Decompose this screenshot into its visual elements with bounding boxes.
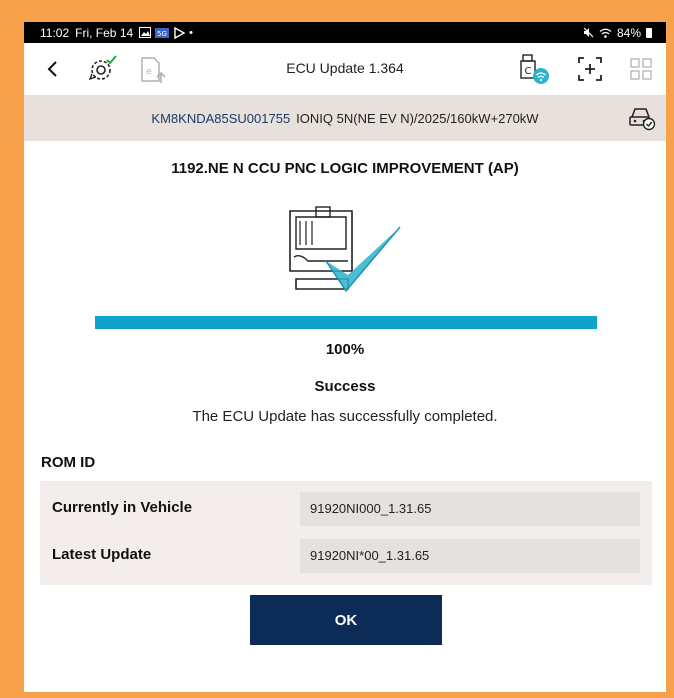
progress-fill — [95, 316, 597, 329]
rom-row-latest: Latest Update 91920NI*00_1.31.65 — [40, 534, 652, 574]
vehicle-info-bar: KM8KNDA85SU001755 IONIQ 5N(NE EV N)/2025… — [24, 95, 666, 141]
notification-icons: 5G • — [139, 26, 194, 39]
rom-row-label: Currently in Vehicle — [52, 499, 193, 516]
vehicle-model: IONIQ 5N(NE EV N)/2025/160kW+270kW — [296, 110, 539, 126]
battery-icon — [646, 27, 652, 38]
app-frame: 11:02 Fri, Feb 14 5G • 84% e ECU Update … — [24, 22, 666, 692]
ecu-check-icon — [289, 206, 401, 293]
car-check-icon — [629, 108, 656, 131]
page-title: ECU Update 1.364 — [286, 60, 404, 76]
ecu-success-illustration — [286, 205, 404, 295]
carrier-icon: 5G — [155, 27, 170, 38]
ok-button[interactable]: OK — [250, 595, 442, 645]
svg-text:C: C — [525, 66, 532, 77]
vehicle-vin: KM8KNDA85SU001755 — [151, 110, 291, 126]
progress-bar — [95, 316, 597, 329]
menu-grid-button[interactable] — [628, 56, 654, 82]
gallery-icon — [139, 27, 152, 38]
grid-icon — [630, 58, 652, 80]
rom-row-label: Latest Update — [52, 546, 152, 563]
capture-button[interactable] — [576, 55, 604, 83]
vehicle-check-button[interactable] — [628, 105, 656, 131]
status-bar: 11:02 Fri, Feb 14 5G • 84% — [24, 22, 666, 43]
progress-percent: 100% — [325, 341, 365, 358]
battery-level: 84% — [616, 25, 641, 40]
status-date: Fri, Feb 14 — [75, 25, 134, 40]
app-bar: e ECU Update 1.364 C — [24, 43, 666, 95]
wifi-icon — [599, 28, 612, 38]
rom-row-value: 91920NI*00_1.31.65 — [300, 539, 640, 573]
mute-icon — [583, 27, 594, 38]
rom-id-label: ROM ID — [41, 454, 96, 471]
rom-row-value: 91920NI000_1.31.65 — [300, 492, 640, 526]
rom-row-current: Currently in Vehicle 91920NI000_1.31.65 — [40, 487, 652, 527]
svg-text:5G: 5G — [157, 30, 167, 38]
play-icon — [174, 26, 186, 39]
result-title: Success — [314, 378, 376, 395]
add-bracket-icon — [578, 57, 602, 81]
status-time: 11:02 — [40, 25, 70, 40]
ecu-wifi-icon: C — [520, 54, 549, 84]
status-dot: • — [189, 26, 194, 39]
result-message: The ECU Update has successfully complete… — [192, 408, 498, 425]
update-heading: 1192.NE N CCU PNC LOGIC IMPROVEMENT (AP) — [171, 160, 519, 177]
ecu-connection-button[interactable]: C — [518, 53, 550, 85]
rom-id-table: Currently in Vehicle 91920NI000_1.31.65 … — [40, 481, 652, 585]
